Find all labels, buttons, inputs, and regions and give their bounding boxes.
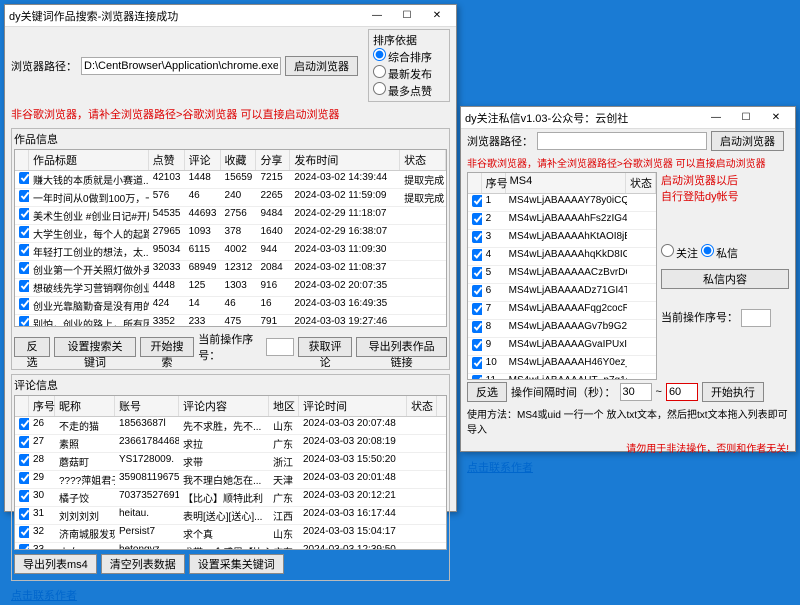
interval1-input[interactable] <box>620 383 652 401</box>
sort-comprehensive[interactable]: 综合排序 <box>373 52 432 64</box>
close-btn[interactable]: ✕ <box>761 108 791 128</box>
sort-likes[interactable]: 最多点赞 <box>373 86 432 98</box>
contact-link2[interactable]: 点击联系作者 <box>467 459 533 475</box>
table-row[interactable]: 28蘑菇町YS1728009.求带浙江2024-03-03 15:50:20 <box>15 453 446 471</box>
table-row[interactable]: 29????萍姐君子35908119675我不理白她怎在...天津2024-03… <box>15 471 446 489</box>
table-row[interactable]: 创业第一个开关照灯做外卖...32033689491231220842024-0… <box>15 261 446 279</box>
table-row[interactable]: 8MS4wLjABAAAAGv7b9G2i1oIBOcu... <box>468 320 656 338</box>
comment-title: 评论信息 <box>14 377 447 393</box>
table-row[interactable]: 大学生创业，每个人的起跑线...27965109337816402024-02-… <box>15 225 446 243</box>
table-row[interactable]: 赚大钱的本质就是小赛道...4210314481565972152024-03-… <box>15 171 446 189</box>
red-note2: 非谷歌浏览器，请补全浏览器路径>谷歌浏览器 可以直接启动浏览器 <box>467 155 766 170</box>
radio-msg[interactable]: 私信 <box>701 248 738 260</box>
table-row[interactable]: 5MS4wLjABAAAAACzBvrDOF7gzpqq. <box>468 266 656 284</box>
invert-btn2[interactable]: 反选 <box>467 382 507 402</box>
table-row[interactable]: 3MS4wLjABAAAAhKtAOI8jB6Rv... <box>468 230 656 248</box>
cur-op-label2: 当前操作序号： <box>661 312 738 324</box>
table-row[interactable]: 26不走的猫18563687l先不求胜，先不...山东2024-03-03 20… <box>15 417 446 435</box>
table-row[interactable]: 美术生创业 #创业日记#开店日...5453544693275694842024… <box>15 207 446 225</box>
max-btn[interactable]: ☐ <box>392 6 422 26</box>
table-row[interactable]: 想破线先学习营销啊你创业...444812513039162024-03-02 … <box>15 279 446 297</box>
table-row[interactable]: 4MS4wLjABAAAAhqKkD8IGjLGTV7LE <box>468 248 656 266</box>
table-row[interactable]: 33小白hetongyz.求带，会感恩【比心】广东2024-03-03 12:3… <box>15 543 446 550</box>
table-row[interactable]: 32济南城服发现Persist7求个真山东2024-03-03 15:04:17 <box>15 525 446 543</box>
clear-table-btn[interactable]: 清空列表数据 <box>101 554 185 574</box>
table-row[interactable]: 2MS4wLjABAAAAhFs2zIG4L2G6E9V... <box>468 212 656 230</box>
table-row[interactable]: 创业光靠脑勤奋是没有用的，靠...4241446162024-03-03 16:… <box>15 297 446 315</box>
interval-label: 操作间隔时间（秒）： <box>511 384 616 400</box>
radio-follow[interactable]: 关注 <box>661 248 698 260</box>
table-row[interactable]: 7MS4wLjABAAAAFqg2cocRCRm8blm. <box>468 302 656 320</box>
table-row[interactable]: 别怕，创业的路上，所有因难都...33522334757912024-03-03… <box>15 315 446 327</box>
min-btn[interactable]: — <box>362 6 392 26</box>
launch-browser-btn2[interactable]: 启动浏览器 <box>711 131 784 151</box>
browser-path-input[interactable] <box>81 57 281 75</box>
table-row[interactable]: 27素照23661784468求拉广东2024-03-03 20:08:19 <box>15 435 446 453</box>
launch-browser-btn[interactable]: 启动浏览器 <box>285 56 358 76</box>
cur-op-input2[interactable] <box>741 309 771 327</box>
side-note2: 自行登陆dy帐号 <box>661 188 789 204</box>
invert-btn[interactable]: 反选 <box>14 337 50 357</box>
cur-op-input[interactable] <box>266 338 294 356</box>
works-table[interactable]: 作品标题点赞评论收藏分享发布时间状态 赚大钱的本质就是小赛道...4210314… <box>14 149 447 327</box>
works-title: 作品信息 <box>14 131 447 147</box>
cur-op-label: 当前操作序号： <box>198 331 262 363</box>
table-row[interactable]: 年轻打工创业的想法，太...95034611540029442024-03-03… <box>15 243 446 261</box>
table-row[interactable]: 10MS4wLjABAAAAH46Y0ez_ZwQh3h. <box>468 356 656 374</box>
export-ms4-btn[interactable]: 导出列表ms4 <box>14 554 97 574</box>
min-btn[interactable]: — <box>701 108 731 128</box>
table-row[interactable]: 9MS4wLjABAAAAGvaIPUxIzvq91K~x. <box>468 338 656 356</box>
win1-title: dy关键词作品搜索-浏览器连接成功 <box>9 8 362 24</box>
ms4-table[interactable]: 序号MS4状态 1MS4wLjABAAAAY78y0iCQd7IR...2MS4… <box>467 172 657 380</box>
table-row[interactable]: 30橘子饺70373527691【比心】顺特此利【...广东2024-03-03… <box>15 489 446 507</box>
red-note: 非谷歌浏览器，请补全浏览器路径>谷歌浏览器 可以直接启动浏览器 <box>11 106 339 122</box>
sort-newest[interactable]: 最新发布 <box>373 69 432 81</box>
browser-path-input2[interactable] <box>537 132 707 150</box>
msg-content-btn[interactable]: 私信内容 <box>661 269 789 289</box>
table-row[interactable]: 一年时间从0做到100万，一年...5764624022652024-03-02… <box>15 189 446 207</box>
table-row[interactable]: 11MS4wLjABAAAAHT~p7q1qT5BoVJG... <box>468 374 656 380</box>
win2-title: dy关注私信v1.03-公众号：云创社 <box>465 110 701 126</box>
warn-text: 请勿用于非法操作，否则和作者无关! <box>626 440 789 455</box>
close-btn[interactable]: ✕ <box>422 6 452 26</box>
side-note1: 启动浏览器以后 <box>661 172 789 188</box>
start-collect-btn[interactable]: 开始搜索 <box>140 337 194 357</box>
start-btn[interactable]: 开始执行 <box>702 382 764 402</box>
get-comment-btn[interactable]: 获取评论 <box>298 337 352 357</box>
comment-table[interactable]: 序号昵称账号评论内容地区评论时间状态 26不走的猫18563687l先不求胜，先… <box>14 395 447 550</box>
table-row[interactable]: 1MS4wLjABAAAAY78y0iCQd7IR... <box>468 194 656 212</box>
browser-path-label: 浏览器路径： <box>11 58 77 74</box>
table-row[interactable]: 31刘刘刘刘heitau.表明[送心][送心]...江西2024-03-03 1… <box>15 507 446 525</box>
contact-link[interactable]: 点击联系作者 <box>11 587 77 603</box>
interval2-input[interactable] <box>666 383 698 401</box>
browser-path-label2: 浏览器路径： <box>467 133 533 149</box>
max-btn[interactable]: ☐ <box>731 108 761 128</box>
set-kw2-btn[interactable]: 设置采集关键词 <box>189 554 284 574</box>
sort-title: 排序依据 <box>373 35 417 47</box>
table-row[interactable]: 6MS4wLjABAAAADz71GI4Tirr~say... <box>468 284 656 302</box>
set-keyword-btn[interactable]: 设置搜索关键词 <box>54 337 136 357</box>
export-works-btn[interactable]: 导出列表作品链接 <box>356 337 447 357</box>
usage-text: 使用方法：MS4或uid 一行一个 放入txt文本，然后把txt文本拖入列表即可… <box>467 406 789 436</box>
